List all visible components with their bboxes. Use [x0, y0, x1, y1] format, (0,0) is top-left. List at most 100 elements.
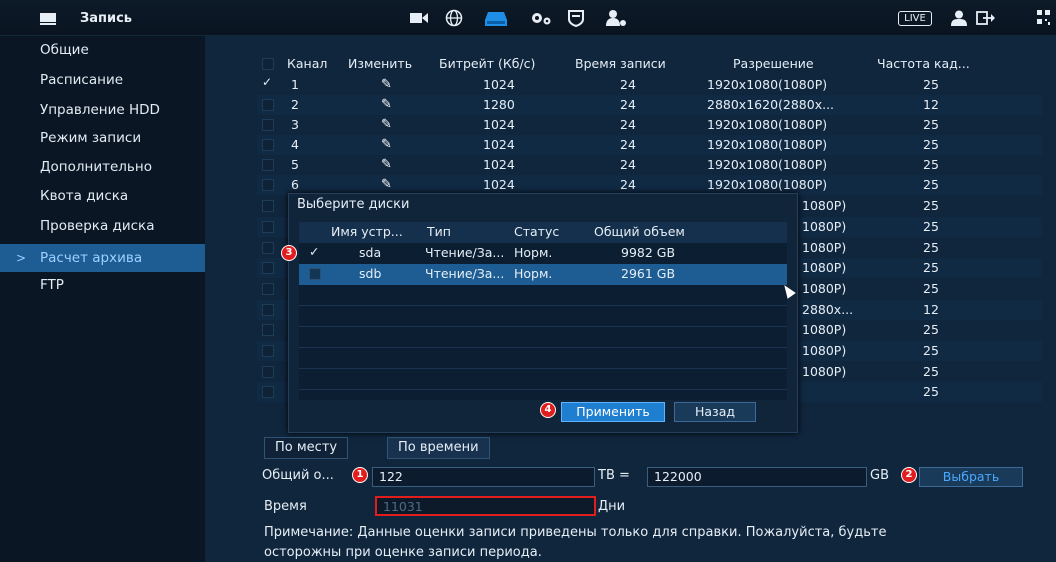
col-channel: Канал — [287, 56, 328, 71]
row-checkbox[interactable] — [262, 262, 274, 274]
sidebar-item-advanced[interactable]: Дополнительно — [0, 153, 205, 181]
time-label: Время — [264, 499, 307, 514]
row-checkbox[interactable] — [262, 159, 274, 171]
resolution-value: 1080P) — [802, 281, 847, 296]
edit-pencil-icon[interactable]: ✎ — [381, 97, 392, 112]
note-line-1: Примечание: Данные оценки записи приведе… — [264, 525, 887, 540]
disk-checkbox[interactable] — [309, 268, 321, 280]
row-checkbox[interactable] — [262, 366, 274, 378]
row-checkbox[interactable] — [262, 304, 274, 316]
shield-icon[interactable] — [567, 0, 585, 36]
col-edit: Изменить — [348, 56, 413, 71]
select-all-checkbox[interactable] — [262, 58, 274, 70]
bitrate-value: 1024 — [483, 117, 515, 132]
sidebar-item-general[interactable]: Общие — [0, 36, 205, 64]
network-icon[interactable] — [445, 0, 463, 36]
bitrate-value: 1024 — [483, 177, 515, 192]
system-settings-icon[interactable] — [530, 0, 552, 36]
row-checkbox[interactable] — [262, 242, 274, 254]
row-checkbox[interactable] — [262, 221, 274, 233]
storage-icon[interactable] — [485, 0, 507, 36]
resolution-value: 1080P) — [802, 364, 847, 379]
user-icon[interactable] — [950, 0, 968, 36]
camera-icon[interactable] — [410, 0, 428, 36]
row-checkbox[interactable] — [262, 179, 274, 191]
row-checkbox[interactable] — [262, 99, 274, 111]
live-label: LIVE — [898, 10, 932, 26]
disk-row-empty — [299, 348, 787, 369]
gb-label: GB — [870, 468, 889, 483]
disk-row-sda[interactable]: ✓ sda Чтение/За... Норм. 9982 GB — [299, 243, 787, 264]
tab-by-space[interactable]: По месту — [264, 437, 349, 459]
time-value-input: 11031 — [375, 496, 596, 516]
qr-code-icon[interactable] — [1035, 0, 1053, 36]
active-arrow-icon: > — [16, 251, 27, 265]
col-device-name: Имя устр... — [331, 224, 403, 239]
table-row[interactable]: 6 ✎ 1024 24 1920x1080(1080P) 25 — [257, 175, 1042, 195]
resolution-value: 1920x1080(1080P) — [707, 117, 828, 132]
disk-status: Норм. — [514, 245, 553, 260]
sidebar-item-hdd-management[interactable]: Управление HDD — [0, 96, 205, 124]
sidebar-item-record-mode[interactable]: Режим записи — [0, 124, 205, 152]
record-time-value: 24 — [620, 177, 636, 192]
sidebar-item-schedule[interactable]: Расписание — [0, 66, 205, 94]
edit-pencil-icon[interactable]: ✎ — [381, 77, 392, 92]
table-row[interactable]: 3 ✎ 1024 24 1920x1080(1080P) 25 — [257, 115, 1042, 135]
resolution-value: 1920x1080(1080P) — [707, 157, 828, 172]
table-row[interactable]: ✓ 1 ✎ 1024 24 1920x1080(1080P) 25 — [257, 75, 1042, 95]
sidebar-item-disk-quota[interactable]: Квота диска — [0, 182, 205, 210]
sidebar-item-ftp[interactable]: FTP — [0, 271, 205, 299]
disk-row-empty — [299, 369, 787, 390]
edit-pencil-icon[interactable]: ✎ — [381, 177, 392, 192]
edit-pencil-icon[interactable]: ✎ — [381, 117, 392, 132]
edit-pencil-icon[interactable]: ✎ — [381, 137, 392, 152]
sidebar-item-disk-check[interactable]: Проверка диска — [0, 212, 205, 240]
live-button[interactable]: LIVE — [897, 0, 933, 36]
row-checkbox[interactable] — [262, 283, 274, 295]
col-total-size: Общий объем — [594, 224, 685, 239]
gb-value-input[interactable]: 122000 — [647, 467, 867, 487]
select-button[interactable]: Выбрать — [919, 467, 1023, 487]
table-row[interactable]: 5 ✎ 1024 24 1920x1080(1080P) 25 — [257, 155, 1042, 175]
resolution-value: 1920x1080(1080P) — [707, 137, 828, 152]
col-framerate: Частота кад... — [877, 56, 970, 71]
account-settings-icon[interactable] — [605, 0, 627, 36]
total-capacity-label: Общий о... — [262, 468, 334, 483]
disk-row-empty — [299, 327, 787, 348]
tab-by-time[interactable]: По времени — [387, 437, 490, 459]
row-checkbox[interactable] — [262, 324, 274, 336]
row-checkbox[interactable] — [262, 119, 274, 131]
top-bar: Запись LIVE — [0, 0, 1056, 36]
edit-pencil-icon[interactable]: ✎ — [381, 157, 392, 172]
row-checkbox[interactable] — [262, 139, 274, 151]
record-icon — [40, 0, 56, 36]
framerate-value: 25 — [923, 77, 939, 92]
disk-row-sdb[interactable]: sdb Чтение/За... Норм. 2961 GB — [299, 264, 787, 285]
sidebar: Общие Расписание Управление HDD Режим за… — [0, 36, 205, 562]
framerate-value: 12 — [923, 302, 939, 317]
resolution-value: 1080P) — [802, 240, 847, 255]
channel-number: 1 — [291, 77, 299, 92]
record-time-value: 24 — [620, 77, 636, 92]
col-status: Статус — [514, 224, 560, 239]
resolution-value: 1080P) — [802, 219, 847, 234]
channel-number: 6 — [291, 177, 299, 192]
resolution-value: 1080P) — [802, 260, 847, 275]
sidebar-item-archive-calc[interactable]: > Расчет архива — [0, 244, 205, 272]
disk-type: Чтение/За... — [425, 266, 505, 281]
back-button[interactable]: Назад — [674, 402, 756, 422]
framerate-value: 25 — [923, 177, 939, 192]
table-row[interactable]: 4 ✎ 1024 24 1920x1080(1080P) 25 — [257, 135, 1042, 155]
apply-button[interactable]: Применить — [561, 402, 665, 422]
row-checkbox[interactable] — [262, 386, 274, 398]
framerate-value: 12 — [923, 97, 939, 112]
callout-badge: 4 — [540, 402, 556, 418]
logout-icon[interactable] — [975, 0, 997, 36]
row-checkbox[interactable] — [262, 200, 274, 212]
channel-number: 5 — [291, 157, 299, 172]
row-checkbox[interactable] — [262, 345, 274, 357]
table-row[interactable]: 2 ✎ 1280 24 2880x1620(2880x... 12 — [257, 95, 1042, 115]
checkmark-icon[interactable]: ✓ — [309, 244, 319, 259]
total-capacity-input[interactable]: 122 — [372, 467, 595, 487]
checkmark-icon[interactable]: ✓ — [262, 75, 272, 89]
